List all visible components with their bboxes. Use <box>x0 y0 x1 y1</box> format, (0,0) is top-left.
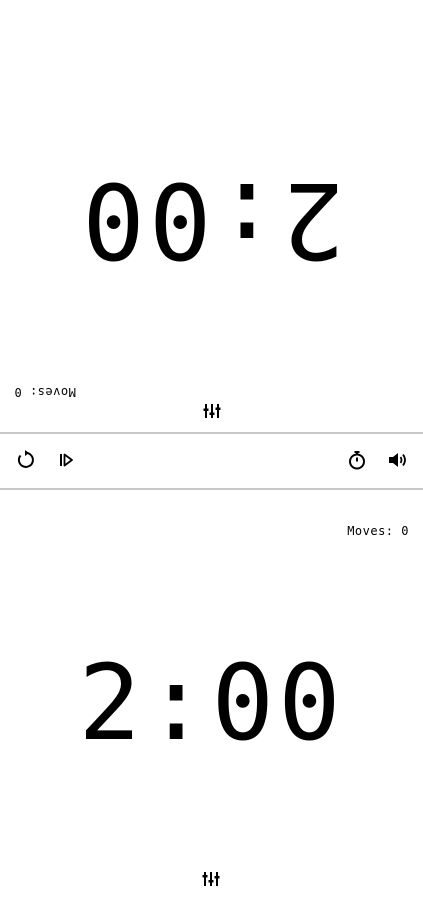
bottom-moves-counter: Moves: 0 <box>347 524 409 538</box>
top-moves-count: 0 <box>14 385 22 399</box>
sliders-icon <box>202 397 222 421</box>
play-icon <box>55 449 77 475</box>
top-moves-counter: Moves: 0 <box>14 385 76 399</box>
top-settings-button[interactable] <box>197 394 227 424</box>
reset-button[interactable] <box>12 449 38 475</box>
play-pause-button[interactable] <box>53 449 79 475</box>
top-player-clock: 2:00 <box>78 159 345 281</box>
bottom-player-panel[interactable]: Moves: 0 2:00 <box>0 491 423 923</box>
top-moves-label: Moves: <box>21 385 76 399</box>
reset-icon <box>14 449 36 475</box>
sliders-icon <box>201 869 221 893</box>
speaker-icon <box>386 449 408 475</box>
stopwatch-icon <box>346 449 368 475</box>
time-settings-button[interactable] <box>344 449 370 475</box>
top-player-panel[interactable]: 2:00 Moves: 0 <box>0 0 423 432</box>
control-bar <box>0 432 423 490</box>
sound-toggle-button[interactable] <box>384 449 410 475</box>
bottom-player-clock: 2:00 <box>78 642 345 764</box>
bottom-moves-count: 0 <box>401 524 409 538</box>
bottom-settings-button[interactable] <box>196 866 226 896</box>
bottom-moves-label: Moves: <box>347 524 402 538</box>
